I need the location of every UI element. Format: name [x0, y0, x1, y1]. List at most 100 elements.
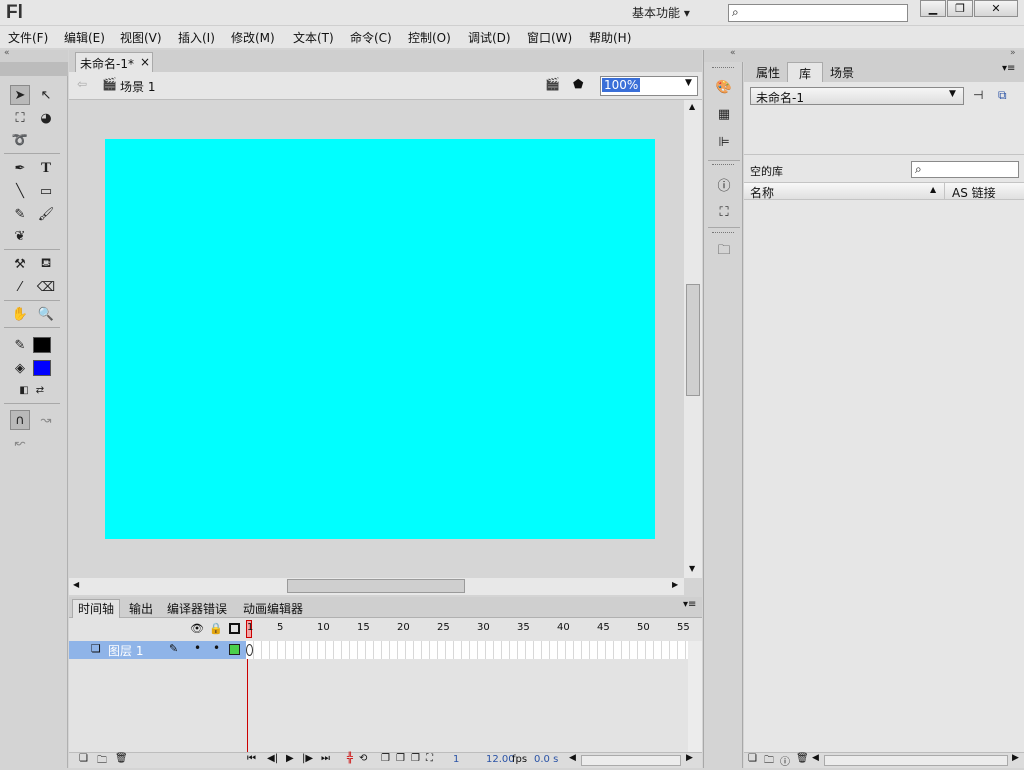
library-horizontal-scrollbar[interactable] [824, 755, 1008, 766]
delete-icon[interactable]: 🗑 [796, 753, 809, 764]
sort-asc-icon[interactable]: ▲ [930, 185, 936, 194]
frame-ruler[interactable]: 1 5 10 15 20 25 30 35 40 45 50 55 [246, 618, 690, 641]
tab-timeline[interactable]: 时间轴 [72, 599, 120, 618]
close-button[interactable]: ✕ [974, 0, 1018, 17]
panel-menu-icon[interactable]: ▾≡ [1002, 63, 1015, 74]
snap-to-objects-icon[interactable]: ∩ [10, 410, 30, 430]
tab-compiler-errors[interactable]: 编译器错误 [161, 600, 233, 617]
scroll-right-icon[interactable]: ▶ [1012, 753, 1019, 763]
brush-tool-icon[interactable]: 🖌 [36, 204, 56, 224]
stroke-color-swatch[interactable] [33, 337, 51, 353]
straighten-icon[interactable]: ↜ [10, 433, 30, 453]
edit-symbols-icon[interactable]: ⬟ [573, 77, 583, 91]
layer-outline-color[interactable] [229, 644, 240, 655]
panel-menu-icon[interactable]: ▾≡ [683, 599, 696, 610]
library-document-select[interactable]: 未命名-1 ▼ [750, 87, 964, 105]
column-linkage[interactable]: AS 链接 [952, 184, 996, 201]
help-search[interactable]: ⌕ [728, 4, 908, 22]
subselection-tool-icon[interactable]: ↖ [36, 85, 56, 105]
frame-cells[interactable] [246, 641, 688, 659]
layer-name[interactable]: 图层 1 [108, 642, 143, 659]
transform-panel-icon[interactable]: ⛶ [714, 202, 734, 222]
menu-commands[interactable]: 命令(C) [350, 29, 392, 46]
panel-header[interactable]: » [744, 48, 1024, 62]
scroll-thumb[interactable] [686, 284, 700, 396]
deco-tool-icon[interactable]: ❦ [10, 226, 30, 246]
keyframe-empty[interactable] [246, 644, 253, 656]
tab-output[interactable]: 输出 [123, 600, 159, 617]
column-name[interactable]: 名称 [750, 184, 774, 201]
eyedropper-tool-icon[interactable]: ⁄ [10, 277, 30, 297]
swatches-panel-icon[interactable]: ▦ [714, 104, 734, 124]
scroll-left-icon[interactable]: ◀ [812, 753, 819, 763]
zoom-tool-icon[interactable]: 🔍 [36, 304, 56, 324]
last-frame-icon[interactable]: ⏭ [321, 753, 330, 764]
document-tab[interactable]: 未命名-1* × [75, 52, 153, 72]
eye-icon[interactable]: 👁 [190, 622, 204, 635]
delete-layer-icon[interactable]: 🗑 [115, 753, 128, 764]
menu-control[interactable]: 控制(O) [408, 29, 451, 46]
menu-help[interactable]: 帮助(H) [589, 29, 631, 46]
menu-window[interactable]: 窗口(W) [527, 29, 572, 46]
lock-dot[interactable]: • [213, 641, 220, 655]
onion-markers-icon[interactable]: ⛶ [426, 753, 433, 764]
swap-colors-icon[interactable]: ⇄ [30, 380, 50, 400]
loop-icon[interactable]: ⟲ [359, 753, 367, 764]
onion-outline-icon[interactable]: ❐ [396, 753, 405, 764]
menu-text[interactable]: 文本(T) [293, 29, 334, 46]
strip-grip[interactable] [712, 164, 734, 167]
step-back-icon[interactable]: ◀| [267, 753, 278, 764]
tab-motion-editor[interactable]: 动画编辑器 [237, 600, 309, 617]
outline-icon[interactable] [229, 623, 240, 634]
lasso-tool-icon[interactable]: ➰ [10, 130, 30, 150]
new-symbol-icon[interactable]: ❏ [748, 753, 757, 764]
pencil-tool-icon[interactable]: ✎ [10, 204, 30, 224]
eraser-tool-icon[interactable]: ⌫ [36, 277, 56, 297]
new-library-panel-icon[interactable]: ⧉ [998, 88, 1007, 103]
selection-tool-icon[interactable]: ➤ [10, 85, 30, 105]
3d-rotation-tool-icon[interactable]: ◕ [36, 108, 56, 128]
horizontal-scrollbar[interactable]: ◀ ▶ [69, 578, 684, 595]
menu-debug[interactable]: 调试(D) [468, 29, 511, 46]
center-frame-icon[interactable]: ╬ [347, 753, 353, 764]
onion-skin-icon[interactable]: ❐ [381, 753, 390, 764]
current-frame[interactable]: 1 [453, 754, 459, 765]
scene-label[interactable]: 场景 1 [120, 78, 155, 95]
bone-tool-icon[interactable]: ⚒ [10, 254, 30, 274]
strip-grip[interactable] [712, 232, 734, 235]
pin-library-icon[interactable]: ⊣ [973, 88, 983, 102]
minimize-button[interactable]: ▁ [920, 0, 946, 17]
menu-edit[interactable]: 编辑(E) [64, 29, 105, 46]
stage[interactable] [105, 139, 655, 539]
column-divider[interactable] [944, 182, 945, 200]
step-forward-icon[interactable]: |▶ [302, 753, 313, 764]
scroll-up-icon[interactable]: ▲ [689, 102, 695, 111]
scroll-right-icon[interactable]: ▶ [672, 580, 678, 589]
menu-file[interactable]: 文件(F) [8, 29, 48, 46]
timeline-horizontal-scrollbar[interactable] [581, 755, 681, 766]
play-icon[interactable]: ▶ [286, 753, 294, 764]
frame-grid[interactable] [246, 641, 688, 659]
scroll-thumb[interactable] [287, 579, 465, 593]
frame-rate[interactable]: 12.00 [486, 754, 515, 765]
paint-bucket-tool-icon[interactable]: ⛾ [36, 254, 56, 274]
timeline-vertical-scrollbar[interactable] [688, 641, 702, 752]
rectangle-tool-icon[interactable]: ▭ [36, 181, 56, 201]
library-item-list[interactable] [744, 200, 1024, 751]
back-arrow-icon[interactable]: ⇦ [77, 77, 87, 91]
text-tool-icon[interactable]: T [36, 158, 56, 178]
pen-tool-icon[interactable]: ✒ [10, 158, 30, 178]
scroll-down-icon[interactable]: ▼ [689, 564, 695, 573]
fill-color-swatch[interactable] [33, 360, 51, 376]
tab-library[interactable]: 库 [787, 62, 823, 82]
menu-modify[interactable]: 修改(M) [231, 29, 275, 46]
new-folder-icon[interactable]: 🗀 [764, 753, 774, 770]
menu-view[interactable]: 视图(V) [120, 29, 162, 46]
first-frame-icon[interactable]: ⏮ [247, 753, 256, 764]
tab-scene[interactable]: 场景 [824, 64, 860, 81]
workspace-switcher[interactable]: 基本功能 ▾ [632, 4, 690, 21]
new-layer-icon[interactable]: ❏ [79, 753, 88, 764]
edit-scene-icon[interactable]: 🎬 [545, 77, 560, 91]
new-folder-icon[interactable]: 🗀 [97, 753, 107, 770]
info-panel-icon[interactable]: ⓘ [714, 174, 734, 194]
